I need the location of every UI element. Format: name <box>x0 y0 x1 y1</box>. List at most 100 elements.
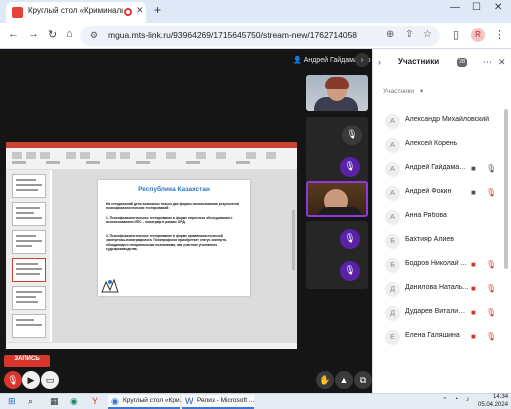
panel-title: Участники <box>398 57 440 66</box>
back-icon[interactable]: ← <box>8 28 19 40</box>
expand-chevron-icon[interactable]: › <box>355 53 369 67</box>
yandex-icon[interactable]: Y <box>92 396 98 406</box>
camera-button[interactable]: ▶ <box>22 371 40 389</box>
slide-thumbnail[interactable] <box>12 174 46 198</box>
site-info-icon[interactable]: ⚙ <box>90 30 98 41</box>
taskbar: ⊞ ⌕ ▦ ◉ Y ◉ Круглый стол «Кри... W Релиз… <box>0 393 511 409</box>
slide-canvas: Республика Казахстан На сегодняшний день… <box>52 170 297 342</box>
participant-row[interactable]: Б Бодров Николай ... ■ 🎙 <box>373 255 511 275</box>
participant-row[interactable]: А Алексей Корень <box>373 135 511 155</box>
slide-title: Республика Казахстан <box>138 186 210 193</box>
browser-tab-strip: Круглый стол «Криминальн» ✕ + — ☐ ✕ <box>0 0 511 23</box>
volume-icon[interactable]: ♪ <box>466 396 470 403</box>
zoom-icon[interactable]: ⊕ <box>386 29 394 40</box>
camera-off-icon: ■ <box>471 284 476 293</box>
scrollbar[interactable] <box>292 210 295 270</box>
status-bar <box>6 342 297 349</box>
screen-share-button[interactable]: ▭ <box>41 371 59 389</box>
minimize-icon[interactable]: — <box>450 2 460 13</box>
participant-tile[interactable]: 🎙 <box>306 117 368 153</box>
mic-muted-icon: 🎙 <box>340 157 360 177</box>
share-page-icon[interactable]: ⇪ <box>405 29 413 40</box>
participant-tile[interactable]: 🎙 <box>306 253 368 289</box>
forward-icon[interactable]: → <box>28 28 39 40</box>
chrome-icon: ◉ <box>111 396 119 406</box>
taskbar-app-browser[interactable]: ◉ Круглый стол «Кри... <box>108 395 185 409</box>
layout-button[interactable]: ⧉ <box>354 371 372 389</box>
mic-muted-icon: 🎙 <box>486 332 497 341</box>
omnibox[interactable]: ⚙ mgua.mts-link.ru/93964269/1715645750/s… <box>80 26 440 46</box>
profile-avatar[interactable]: R <box>471 28 485 42</box>
slide-intro: На сегодняшний день возможны только две … <box>106 202 239 211</box>
meeting-stage: 👤 Андрей Гайдамашко › 🎙 🎙 🎙 🎙 Республика… <box>0 49 372 393</box>
participant-name: Данилова Наталь... <box>405 284 469 291</box>
maximize-icon[interactable]: ☐ <box>472 2 481 13</box>
participant-row[interactable]: Е Елена Галяшина ■ 🎙 <box>373 327 511 347</box>
tray-chevron-icon[interactable]: ⌃ <box>442 396 448 404</box>
mic-muted-icon: 🎙 <box>486 260 497 269</box>
participant-row[interactable]: Д Данилова Наталь... ■ 🎙 <box>373 279 511 299</box>
slide-thumbnail[interactable] <box>12 286 46 310</box>
microphone-button[interactable]: 🎙 <box>4 371 22 389</box>
screen-share[interactable]: Республика Казахстан На сегодняшний день… <box>6 142 297 349</box>
participant-tile[interactable]: 🎙 <box>306 149 368 185</box>
panel-close-icon[interactable]: ✕ <box>498 57 506 68</box>
taskbar-app-label: Релиз - Microsoft ... <box>197 397 255 404</box>
slide-emblem-icon <box>101 278 119 293</box>
search-icon[interactable]: ⌕ <box>28 396 33 407</box>
avatar: Б <box>385 234 400 249</box>
edge-icon[interactable]: ◉ <box>70 396 78 407</box>
network-icon[interactable]: ◔ <box>454 396 458 403</box>
window-close-icon[interactable]: ✕ <box>494 2 502 13</box>
active-speaker-tile[interactable] <box>306 181 368 217</box>
start-icon[interactable]: ⊞ <box>8 396 16 407</box>
task-view-icon[interactable]: ▦ <box>50 396 59 407</box>
slide-thumbnail[interactable] <box>12 202 46 226</box>
participant-row[interactable]: А Александр Михайловский <box>373 111 511 131</box>
tab-close-icon[interactable]: ✕ <box>136 5 144 16</box>
recording-icon <box>124 8 132 16</box>
taskbar-app-word[interactable]: W Релиз - Microsoft ... <box>182 395 254 409</box>
clock[interactable]: 14:34 05.04.2024 <box>478 394 508 409</box>
sidebar-icon[interactable]: ▯ <box>453 28 459 41</box>
dropdown-icon: ▾ <box>419 88 424 95</box>
avatar: Д <box>385 306 400 321</box>
participant-name: Бахтияр Алиев <box>405 236 454 243</box>
participant-tile[interactable]: 🎙 <box>306 221 368 257</box>
raise-hand-button[interactable]: ✋ <box>316 371 334 389</box>
browser-tab[interactable]: Круглый стол «Криминальн» ✕ <box>6 2 146 23</box>
participant-row[interactable]: А Анна Рябова <box>373 207 511 227</box>
participant-row[interactable]: А Андрей Фокин ■ 🎙 <box>373 183 511 203</box>
reactions-button[interactable]: ▲ <box>335 371 353 389</box>
slide-thumbnails <box>6 170 50 342</box>
sort-dropdown[interactable]: Участники ▾ <box>383 87 423 95</box>
participant-row[interactable]: А Андрей Гайдамаш... ■ 🎙 <box>373 159 511 179</box>
participant-name: Андрей Гайдамаш... <box>405 164 469 171</box>
avatar: А <box>385 138 400 153</box>
mic-muted-icon: 🎙 <box>342 125 362 145</box>
mic-on-icon: 🎙 <box>486 164 497 173</box>
home-icon[interactable]: ⌂ <box>66 28 73 40</box>
address-bar: ← → ↻ ⌂ ⚙ mgua.mts-link.ru/93964269/1715… <box>0 23 511 49</box>
host-video-tile[interactable] <box>306 75 368 111</box>
participant-name: Елена Галяшина <box>405 332 460 339</box>
avatar: Е <box>385 330 400 345</box>
url-text[interactable]: mgua.mts-link.ru/93964269/1715645750/str… <box>108 30 357 40</box>
reload-icon[interactable]: ↻ <box>48 28 57 41</box>
slide-thumbnail-selected[interactable] <box>12 258 46 282</box>
slide-thumbnail[interactable] <box>12 314 46 338</box>
menu-icon[interactable]: ⋮ <box>494 28 505 41</box>
slide-thumbnail[interactable] <box>12 230 46 254</box>
participant-row[interactable]: Д Дударев Виталий ... ■ 🎙 <box>373 303 511 323</box>
bookmark-icon[interactable]: ☆ <box>423 29 432 40</box>
participant-name: Алексей Корень <box>405 140 458 147</box>
slide-point-1: 1. Психофизиологическое тестирование в ф… <box>106 216 233 225</box>
avatar: Д <box>385 282 400 297</box>
new-tab-button[interactable]: + <box>154 3 161 17</box>
more-icon[interactable]: ⋯ <box>483 57 492 68</box>
tab-title: Круглый стол «Криминальн» <box>28 6 123 15</box>
mic-muted-icon: 🎙 <box>340 229 360 249</box>
sort-label: Участники <box>383 88 415 95</box>
collapse-chevron-icon[interactable]: › <box>378 57 381 67</box>
participant-row[interactable]: Б Бахтияр Алиев <box>373 231 511 251</box>
